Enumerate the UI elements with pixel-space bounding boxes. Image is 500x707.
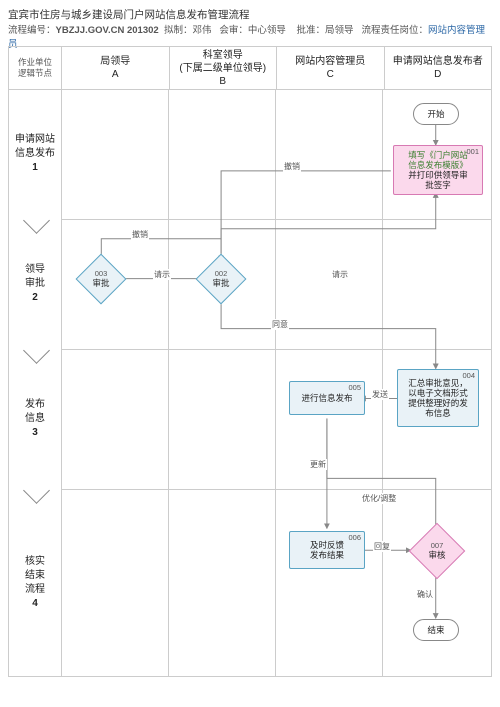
row-label-1: 申请网站信息发布1 [9, 89, 61, 219]
lane-header-A: 局领导A [62, 47, 170, 89]
swimlane-body: 申请网站信息发布1 领导审批2 发布信息3 核实结束流程4 撤销 [9, 89, 491, 676]
doc-title: 宜宾市住房与城乡建设局门户网站信息发布管理流程 [8, 8, 492, 24]
swimlane-grid: 作业单位逻辑节点 局领导A 科室领导(下属二级单位领导)B 网站内容管理员C 申… [8, 46, 492, 677]
edge-label: 确认 [416, 589, 434, 600]
edge-label: 请示 [153, 269, 171, 280]
node-003: 003审批 [76, 254, 127, 305]
edge-label: 撤销 [283, 161, 301, 172]
edge-label: 请示 [331, 269, 349, 280]
lane-header-D: 申请网站信息发布者D [385, 47, 492, 89]
edge-label: 同意 [271, 319, 289, 330]
lane-header-B: 科室领导(下属二级单位领导)B [170, 47, 278, 89]
column-headers: 作业单位逻辑节点 局领导A 科室领导(下属二级单位领导)B 网站内容管理员C 申… [9, 47, 491, 90]
row-label-3: 发布信息3 [9, 349, 61, 489]
row-label-2: 领导审批2 [9, 219, 61, 349]
node-004: 004 汇总审批意见，以电子文档形式提供整理好的发布信息 [397, 369, 479, 427]
edge-label: 发送 [371, 389, 389, 400]
edge-label: 优化/调整 [361, 493, 397, 504]
start-node: 开始 [413, 103, 459, 125]
end-node: 结束 [413, 619, 459, 641]
node-001: 001 填写《门户网站信息发布模版》 并打印供领导审批签字 [393, 145, 483, 195]
node-006: 006 及时反馈发布结果 [289, 531, 365, 569]
edge-label: 撤销 [131, 229, 149, 240]
page: 宜宾市住房与城乡建设局门户网站信息发布管理流程 流程编号：YBZJJ.GOV.C… [0, 0, 500, 707]
lanes-area: 撤销 请示 撤销 请示 同意 发送 更新 回复 优化/调整 确认 开始 001 … [61, 89, 491, 676]
edge-label: 回复 [373, 541, 391, 552]
node-002: 002审批 [196, 254, 247, 305]
row-label-4: 核实结束流程4 [9, 489, 61, 677]
corner-cell: 作业单位逻辑节点 [9, 47, 62, 89]
lane-header-C: 网站内容管理员C [277, 47, 385, 89]
edge-label: 更新 [309, 459, 327, 470]
node-007: 007审核 [409, 523, 466, 580]
node-005: 005 进行信息发布 [289, 381, 365, 415]
row-labels: 申请网站信息发布1 领导审批2 发布信息3 核实结束流程4 [9, 89, 62, 676]
